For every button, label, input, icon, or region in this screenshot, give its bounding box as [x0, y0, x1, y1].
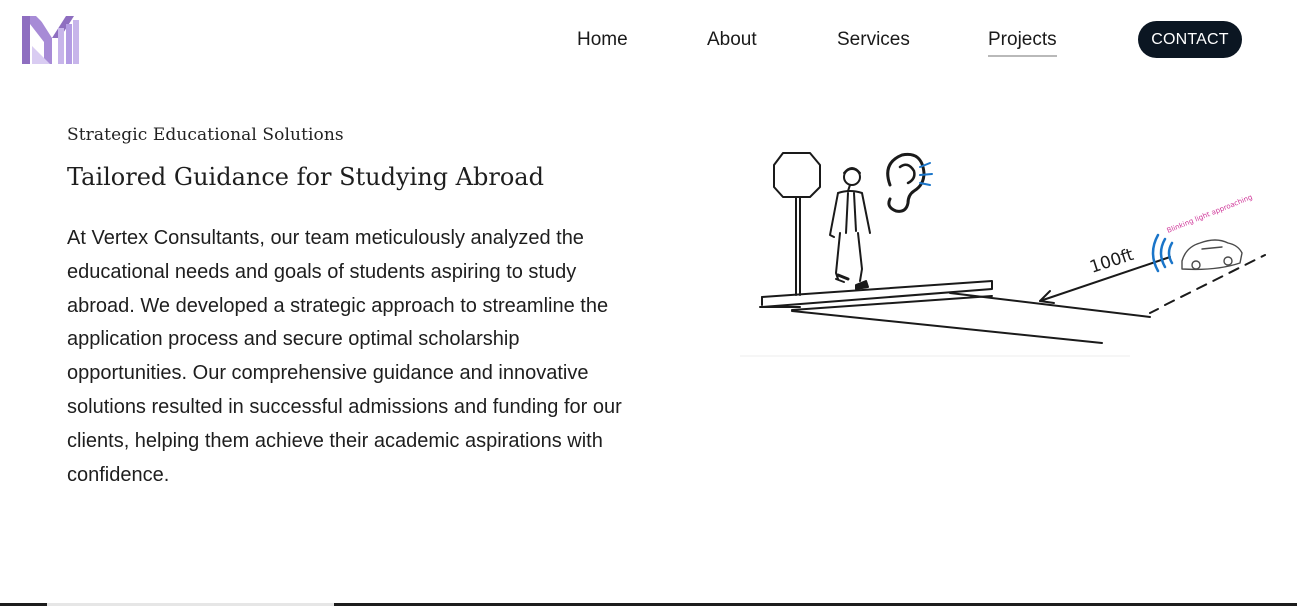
car-icon — [1181, 239, 1243, 271]
pedestrian-figure — [829, 167, 871, 290]
ear-icon — [886, 152, 926, 213]
section-eyebrow: Strategic Educational Solutions — [67, 125, 344, 145]
stop-sign — [773, 152, 821, 198]
nav-projects[interactable]: Projects — [988, 29, 1057, 57]
nav-home[interactable]: Home — [577, 29, 628, 55]
project-description: At Vertex Consultants, our team meticulo… — [67, 227, 622, 486]
nav-services[interactable]: Services — [837, 29, 910, 55]
main-nav: Home About Services Projects CONTACT — [0, 0, 1297, 80]
pedestrian-crossing-illustration: 100ft Blinking light approaching — [740, 152, 1266, 357]
page-title: Tailored Guidance for Studying Abroad — [67, 163, 544, 191]
nav-about[interactable]: About — [707, 29, 757, 55]
signal-waves-icon — [1151, 233, 1174, 273]
distance-label: 100ft — [1087, 245, 1136, 278]
car-note: Blinking light approaching — [1166, 193, 1254, 235]
contact-button[interactable]: CONTACT — [1138, 21, 1242, 58]
